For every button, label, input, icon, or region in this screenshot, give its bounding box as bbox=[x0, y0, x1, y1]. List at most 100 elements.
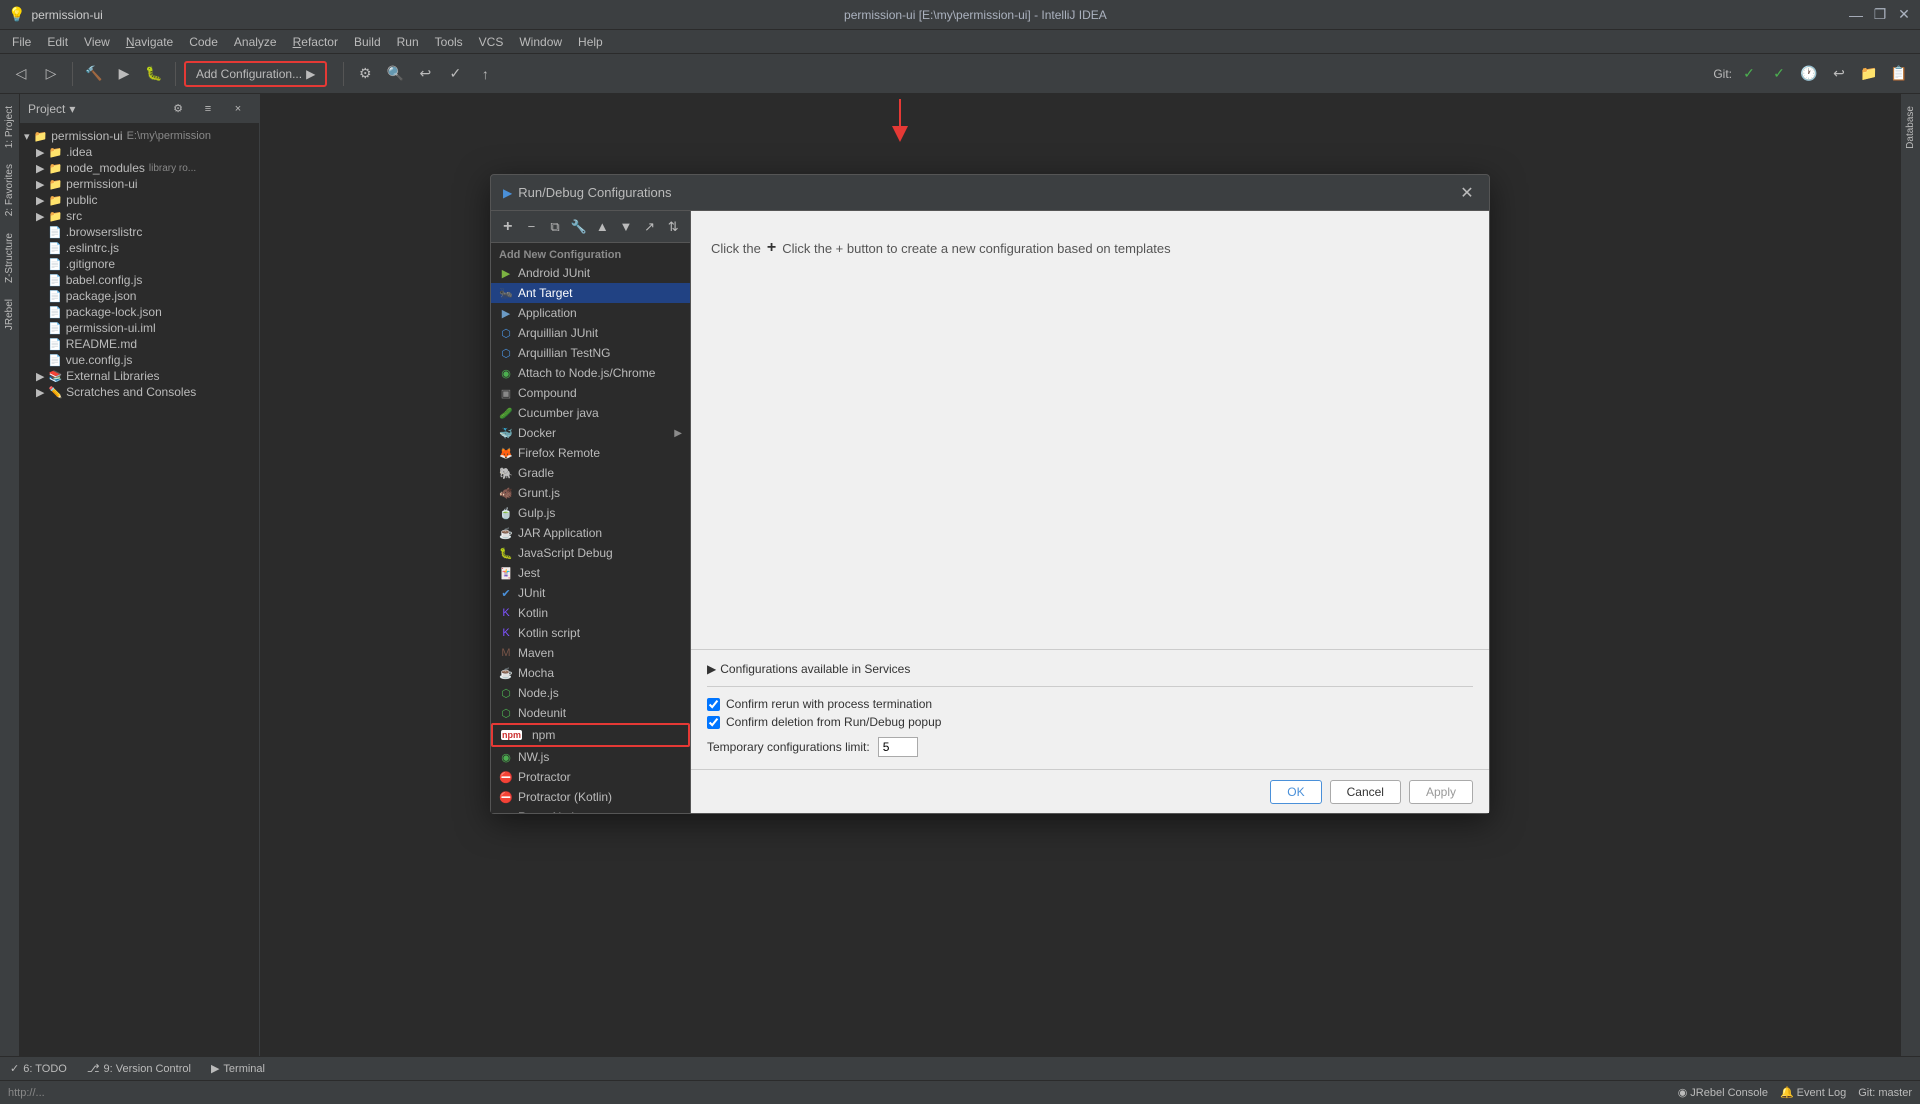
config-javascript-debug[interactable]: 🐛 JavaScript Debug bbox=[491, 543, 690, 563]
tree-eslintrc[interactable]: 📄 .eslintrc.js bbox=[20, 240, 259, 256]
confirm-rerun-checkbox[interactable] bbox=[707, 698, 720, 711]
tree-node-modules[interactable]: ▶ 📁 node_modules library ro... bbox=[20, 160, 259, 176]
maximize-button[interactable]: ❐ bbox=[1872, 7, 1888, 23]
toolbar-settings-btn[interactable]: ⚙ bbox=[352, 61, 378, 87]
config-npm[interactable]: npm npm bbox=[491, 723, 690, 747]
toolbar-search-btn[interactable]: 🔍 bbox=[382, 61, 408, 87]
event-log-item[interactable]: 🔔 Event Log bbox=[1780, 1086, 1846, 1099]
cancel-button[interactable]: Cancel bbox=[1330, 780, 1401, 804]
tree-scratches[interactable]: ▶ ✏️ Scratches and Consoles bbox=[20, 384, 259, 400]
config-nodejs[interactable]: ⬡ Node.js bbox=[491, 683, 690, 703]
apply-button[interactable]: Apply bbox=[1409, 780, 1473, 804]
toolbar-back-btn[interactable]: ◁ bbox=[8, 61, 34, 87]
tree-gitignore[interactable]: 📄 .gitignore bbox=[20, 256, 259, 272]
add-config-btn[interactable]: + bbox=[497, 216, 519, 238]
tree-public[interactable]: ▶ 📁 public bbox=[20, 192, 259, 208]
config-application[interactable]: ▶ Application bbox=[491, 303, 690, 323]
config-jar-application[interactable]: ☕ JAR Application bbox=[491, 523, 690, 543]
toolbar-push-btn[interactable]: ↑ bbox=[472, 61, 498, 87]
tree-root[interactable]: ▾ 📁 permission-ui E:\my\permission bbox=[20, 128, 259, 144]
copy-config-btn[interactable]: ⧉ bbox=[544, 216, 566, 238]
config-kotlin[interactable]: K Kotlin bbox=[491, 603, 690, 623]
sidebar-database-tab[interactable]: Database bbox=[1902, 98, 1919, 157]
config-android-junit[interactable]: ▶ Android JUnit bbox=[491, 263, 690, 283]
config-protractor[interactable]: ⛔ Protractor bbox=[491, 767, 690, 787]
sidebar-favorites-tab[interactable]: 2: Favorites bbox=[1, 156, 18, 224]
config-settings-btn[interactable]: 🔧 bbox=[568, 216, 590, 238]
git-copy-btn[interactable]: 📋 bbox=[1886, 61, 1912, 87]
project-layout-icon[interactable]: ≡ bbox=[195, 96, 221, 122]
config-protractor-kotlin[interactable]: ⛔ Protractor (Kotlin) bbox=[491, 787, 690, 807]
toolbar-forward-btn[interactable]: ▷ bbox=[38, 61, 64, 87]
config-gulpjs[interactable]: 🍵 Gulp.js bbox=[491, 503, 690, 523]
ok-button[interactable]: OK bbox=[1270, 780, 1321, 804]
services-header[interactable]: ▶ Configurations available in Services bbox=[707, 662, 1473, 676]
config-nodeunit[interactable]: ⬡ Nodeunit bbox=[491, 703, 690, 723]
menu-refactor[interactable]: Refactor bbox=[285, 33, 346, 51]
menu-vcs[interactable]: VCS bbox=[471, 33, 512, 51]
version-control-tab[interactable]: ⎇ 9: Version Control bbox=[77, 1059, 201, 1078]
sidebar-project-tab[interactable]: 1: Project bbox=[1, 98, 18, 156]
git-checkmark-btn[interactable]: ✓ bbox=[1736, 61, 1762, 87]
tree-readme[interactable]: 📄 README.md bbox=[20, 336, 259, 352]
tree-vue-config[interactable]: 📄 vue.config.js bbox=[20, 352, 259, 368]
toolbar-vcs-btn[interactable]: ↩ bbox=[412, 61, 438, 87]
menu-view[interactable]: View bbox=[76, 33, 118, 51]
tree-permission-ui[interactable]: ▶ 📁 permission-ui bbox=[20, 176, 259, 192]
menu-file[interactable]: File bbox=[4, 33, 39, 51]
menu-run[interactable]: Run bbox=[389, 33, 427, 51]
config-junit[interactable]: ✔ JUnit bbox=[491, 583, 690, 603]
tree-browserslistrc[interactable]: 📄 .browserslistrc bbox=[20, 224, 259, 240]
menu-navigate[interactable]: Navigate bbox=[118, 33, 181, 51]
tree-package[interactable]: 📄 package.json bbox=[20, 288, 259, 304]
git-rollback-btn[interactable]: ↩ bbox=[1826, 61, 1852, 87]
menu-tools[interactable]: Tools bbox=[427, 33, 471, 51]
toolbar-run-btn[interactable]: ▶ bbox=[111, 61, 137, 87]
config-nwjs[interactable]: ◉ NW.js bbox=[491, 747, 690, 767]
config-attach-nodejs[interactable]: ◉ Attach to Node.js/Chrome bbox=[491, 363, 690, 383]
git-tick-btn[interactable]: ✓ bbox=[1766, 61, 1792, 87]
project-gear-icon[interactable]: ⚙ bbox=[165, 96, 191, 122]
git-history-btn[interactable]: 🕐 bbox=[1796, 61, 1822, 87]
tree-package-lock[interactable]: 📄 package-lock.json bbox=[20, 304, 259, 320]
config-mocha[interactable]: ☕ Mocha bbox=[491, 663, 690, 683]
git-folder-btn[interactable]: 📁 bbox=[1856, 61, 1882, 87]
config-compound[interactable]: ▣ Compound bbox=[491, 383, 690, 403]
sidebar-jrebel-tab[interactable]: JRebel bbox=[1, 291, 18, 338]
tree-idea[interactable]: ▶ 📁 .idea bbox=[20, 144, 259, 160]
confirm-deletion-checkbox[interactable] bbox=[707, 716, 720, 729]
project-close-icon[interactable]: × bbox=[225, 96, 251, 122]
share-btn[interactable]: ↗ bbox=[639, 216, 661, 238]
jrebel-console-item[interactable]: ◉ JRebel Console bbox=[1678, 1086, 1768, 1099]
toolbar-debug-btn[interactable]: 🐛 bbox=[141, 61, 167, 87]
config-docker[interactable]: 🐳 Docker ▶ bbox=[491, 423, 690, 443]
config-jest[interactable]: 🃏 Jest bbox=[491, 563, 690, 583]
config-maven[interactable]: M Maven bbox=[491, 643, 690, 663]
config-gradle[interactable]: 🐘 Gradle bbox=[491, 463, 690, 483]
menu-edit[interactable]: Edit bbox=[39, 33, 76, 51]
git-branch-item[interactable]: Git: master bbox=[1858, 1087, 1912, 1099]
config-arquillian-junit[interactable]: ⬡ Arquillian JUnit bbox=[491, 323, 690, 343]
config-kotlin-script[interactable]: K Kotlin script bbox=[491, 623, 690, 643]
sort-btn[interactable]: ⇅ bbox=[662, 216, 684, 238]
config-gruntjs[interactable]: 🐗 Grunt.js bbox=[491, 483, 690, 503]
move-down-btn[interactable]: ▼ bbox=[615, 216, 637, 238]
tree-babel[interactable]: 📄 babel.config.js bbox=[20, 272, 259, 288]
config-ant-target[interactable]: 🐜 Ant Target bbox=[491, 283, 690, 303]
sidebar-structure-tab[interactable]: Z-Structure bbox=[1, 225, 18, 291]
close-button[interactable]: ✕ bbox=[1896, 7, 1912, 23]
menu-window[interactable]: Window bbox=[511, 33, 570, 51]
toolbar-commit-btn[interactable]: ✓ bbox=[442, 61, 468, 87]
remove-config-btn[interactable]: − bbox=[521, 216, 543, 238]
config-arquillian-testng[interactable]: ⬡ Arquillian TestNG bbox=[491, 343, 690, 363]
minimize-button[interactable]: — bbox=[1848, 7, 1864, 23]
move-up-btn[interactable]: ▲ bbox=[592, 216, 614, 238]
modal-close-button[interactable]: ✕ bbox=[1457, 183, 1477, 203]
add-configuration-button[interactable]: Add Configuration... ▶ bbox=[184, 61, 327, 87]
menu-analyze[interactable]: Analyze bbox=[226, 33, 285, 51]
todo-tab[interactable]: ✓ 6: TODO bbox=[0, 1059, 77, 1078]
temp-limit-input[interactable] bbox=[878, 737, 918, 757]
config-cucumber-java[interactable]: 🥒 Cucumber java bbox=[491, 403, 690, 423]
terminal-tab[interactable]: ▶ Terminal bbox=[201, 1059, 275, 1078]
config-react-native[interactable]: ⚛ React Native bbox=[491, 807, 690, 813]
